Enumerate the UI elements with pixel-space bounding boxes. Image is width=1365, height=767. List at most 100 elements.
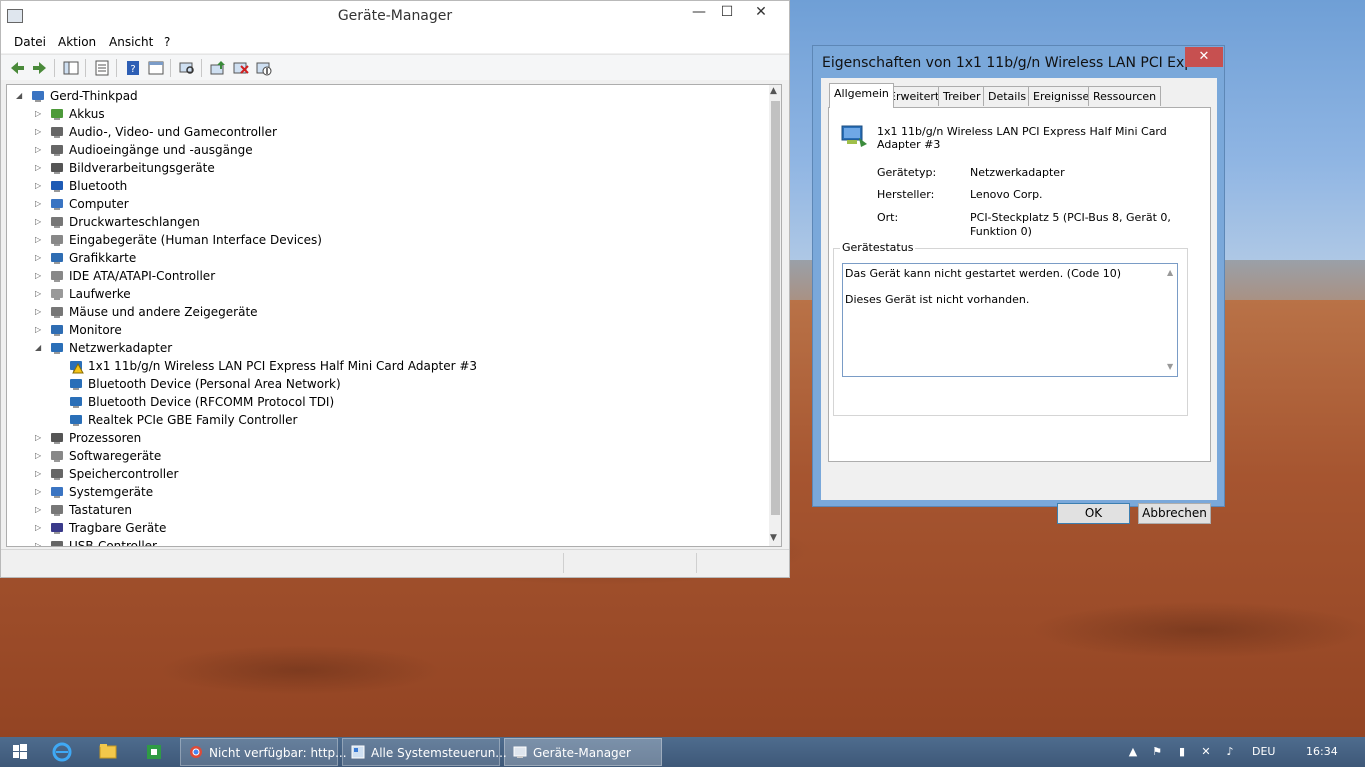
expand-arrow-icon[interactable]: ▷ (35, 199, 43, 208)
chevron-down-icon[interactable]: ▼ (1167, 362, 1173, 371)
tree-scrollbar[interactable]: ▲ ▼ (769, 85, 781, 546)
expand-arrow-icon[interactable]: ▷ (35, 523, 43, 532)
help-icon[interactable]: ? (125, 60, 141, 76)
expand-arrow-icon[interactable]: ▷ (35, 109, 43, 118)
show-hidden-icons-icon[interactable]: ▲ (1126, 745, 1140, 759)
tree-device[interactable]: Bluetooth Device (RFCOMM Protocol TDI) (7, 393, 767, 411)
tree-category[interactable]: ▷ Audioeingänge und -ausgänge (7, 141, 767, 159)
menu-help[interactable]: ? (164, 35, 170, 49)
maximize-button[interactable]: ☐ (711, 1, 743, 23)
scroll-thumb[interactable] (771, 101, 780, 515)
tree-device[interactable]: Bluetooth Device (Personal Area Network) (7, 375, 767, 393)
expand-arrow-icon[interactable]: ▷ (35, 541, 43, 546)
tab-allgemein[interactable]: Allgemein (829, 83, 894, 108)
tree-category[interactable]: ▷ Laufwerke (7, 285, 767, 303)
battery-icon[interactable]: ▮ (1175, 745, 1189, 759)
network-disconnected-icon[interactable]: ✕ (1199, 745, 1213, 759)
disable-device-icon[interactable] (256, 60, 272, 76)
expand-arrow-icon[interactable]: ▷ (35, 487, 43, 496)
tree-category[interactable]: ▷ Prozessoren (7, 429, 767, 447)
tree-category[interactable]: ▷ Druckwarteschlangen (7, 213, 767, 231)
expand-arrow-icon[interactable]: ▷ (35, 253, 43, 262)
device-status-textbox[interactable]: Das Gerät kann nicht gestartet werden. (… (842, 263, 1178, 377)
tree-category[interactable]: ▷ Tragbare Geräte (7, 519, 767, 537)
expand-arrow-icon[interactable]: ▷ (35, 289, 43, 298)
menu-ansicht[interactable]: Ansicht (109, 35, 153, 49)
title-bar[interactable]: Geräte-Manager — ☐ ✕ (1, 1, 789, 31)
close-button[interactable]: ✕ (745, 1, 777, 23)
expand-arrow-icon[interactable]: ▷ (35, 235, 43, 244)
window-title: Geräte-Manager (337, 8, 453, 24)
menu-datei[interactable]: Datei (14, 35, 46, 49)
menu-aktion[interactable]: Aktion (58, 35, 96, 49)
scroll-up-arrow-icon[interactable]: ▲ (770, 86, 777, 96)
expand-arrow-icon[interactable]: ▷ (35, 505, 43, 514)
expand-arrow-icon[interactable]: ▷ (35, 163, 43, 172)
chevron-up-icon[interactable]: ▲ (1167, 268, 1173, 277)
tab-ereignisse[interactable]: Ereignisse (1028, 86, 1095, 106)
properties-icon[interactable] (94, 60, 110, 76)
start-button-icon[interactable] (4, 740, 36, 764)
tab-details[interactable]: Details (983, 86, 1032, 106)
task-label: Alle Systemsteuerun... (371, 746, 507, 760)
tree-category[interactable]: ▷ Eingabegeräte (Human Interface Devices) (7, 231, 767, 249)
expand-arrow-icon[interactable]: ▷ (35, 469, 43, 478)
uninstall-device-icon[interactable] (233, 60, 249, 76)
collapse-arrow-icon[interactable]: ◢ (16, 91, 24, 100)
tree-category[interactable]: ▷ Monitore (7, 321, 767, 339)
tree-category[interactable]: ▷ Speichercontroller (7, 465, 767, 483)
field-key-location: Ort: (877, 211, 899, 224)
dialog-close-button[interactable]: ✕ (1185, 47, 1223, 67)
tab-treiber[interactable]: Treiber (938, 86, 986, 106)
expand-arrow-icon[interactable]: ▷ (35, 217, 43, 226)
file-explorer-icon[interactable] (92, 740, 124, 764)
tree-category[interactable]: ▷ Bildverarbeitungsgeräte (7, 159, 767, 177)
task-chrome[interactable]: Nicht verfügbar: http... (180, 738, 347, 766)
tree-category[interactable]: ▷ Grafikkarte (7, 249, 767, 267)
tab-ressourcen[interactable]: Ressourcen (1088, 86, 1162, 106)
tree-category[interactable]: ▷ Bluetooth (7, 177, 767, 195)
task-control-panel[interactable]: Alle Systemsteuerun... (342, 738, 507, 766)
scan-hardware-icon[interactable] (179, 60, 195, 76)
collapse-arrow-icon[interactable]: ◢ (35, 343, 43, 352)
forward-arrow-icon[interactable] (32, 60, 48, 76)
tree-category[interactable]: ▷ Mäuse und andere Zeigegeräte (7, 303, 767, 321)
cancel-button[interactable]: Abbrechen (1138, 503, 1211, 524)
tree-category[interactable]: ▷ Computer (7, 195, 767, 213)
console-tree-icon[interactable] (63, 60, 79, 76)
tree-root[interactable]: ◢ Gerd-Thinkpad (7, 87, 767, 105)
dialog-title-bar[interactable]: Eigenschaften von 1x1 11b/g/n Wireless L… (813, 46, 1224, 78)
expand-arrow-icon[interactable]: ▷ (35, 325, 43, 334)
tree-device-warning[interactable]: 1x1 11b/g/n Wireless LAN PCI Express Hal… (7, 357, 767, 375)
device-tree[interactable]: ◢ Gerd-Thinkpad ▷ Akkus ▷ Audio-, Video- und … (6, 84, 782, 547)
expand-arrow-icon[interactable]: ▷ (35, 307, 43, 316)
expand-arrow-icon[interactable]: ▷ (35, 271, 43, 280)
store-icon[interactable] (138, 740, 170, 764)
expand-arrow-icon[interactable]: ▷ (35, 145, 43, 154)
tree-category[interactable]: ▷ IDE ATA/ATAPI-Controller (7, 267, 767, 285)
tree-category[interactable]: ◢ Netzwerkadapter (7, 339, 767, 357)
tree-device[interactable]: Realtek PCIe GBE Family Controller (7, 411, 767, 429)
tree-category[interactable]: ▷ Softwaregeräte (7, 447, 767, 465)
task-device-manager[interactable]: Geräte-Manager (504, 738, 662, 766)
expand-arrow-icon[interactable]: ▷ (35, 433, 43, 442)
tree-category[interactable]: ▷ Akkus (7, 105, 767, 123)
back-arrow-icon[interactable] (9, 60, 25, 76)
internet-explorer-icon[interactable] (46, 740, 78, 764)
update-driver-icon[interactable] (210, 60, 226, 76)
expand-arrow-icon[interactable]: ▷ (35, 127, 43, 136)
tree-category[interactable]: ▷ USB-Controller (7, 537, 767, 546)
ok-button[interactable]: OK (1057, 503, 1130, 524)
view-icon[interactable] (148, 60, 164, 76)
clock[interactable]: 16:34 (1306, 745, 1338, 758)
status-scrollbar[interactable]: ▲ ▼ (1165, 266, 1177, 374)
volume-icon[interactable]: ♪ (1223, 745, 1237, 759)
scroll-down-arrow-icon[interactable]: ▼ (770, 533, 777, 543)
expand-arrow-icon[interactable]: ▷ (35, 181, 43, 190)
tree-category[interactable]: ▷ Systemgeräte (7, 483, 767, 501)
expand-arrow-icon[interactable]: ▷ (35, 451, 43, 460)
language-indicator[interactable]: DEU (1252, 745, 1275, 758)
tree-category[interactable]: ▷ Audio-, Video- und Gamecontroller (7, 123, 767, 141)
tree-category[interactable]: ▷ Tastaturen (7, 501, 767, 519)
flag-icon[interactable]: ⚑ (1150, 745, 1164, 759)
